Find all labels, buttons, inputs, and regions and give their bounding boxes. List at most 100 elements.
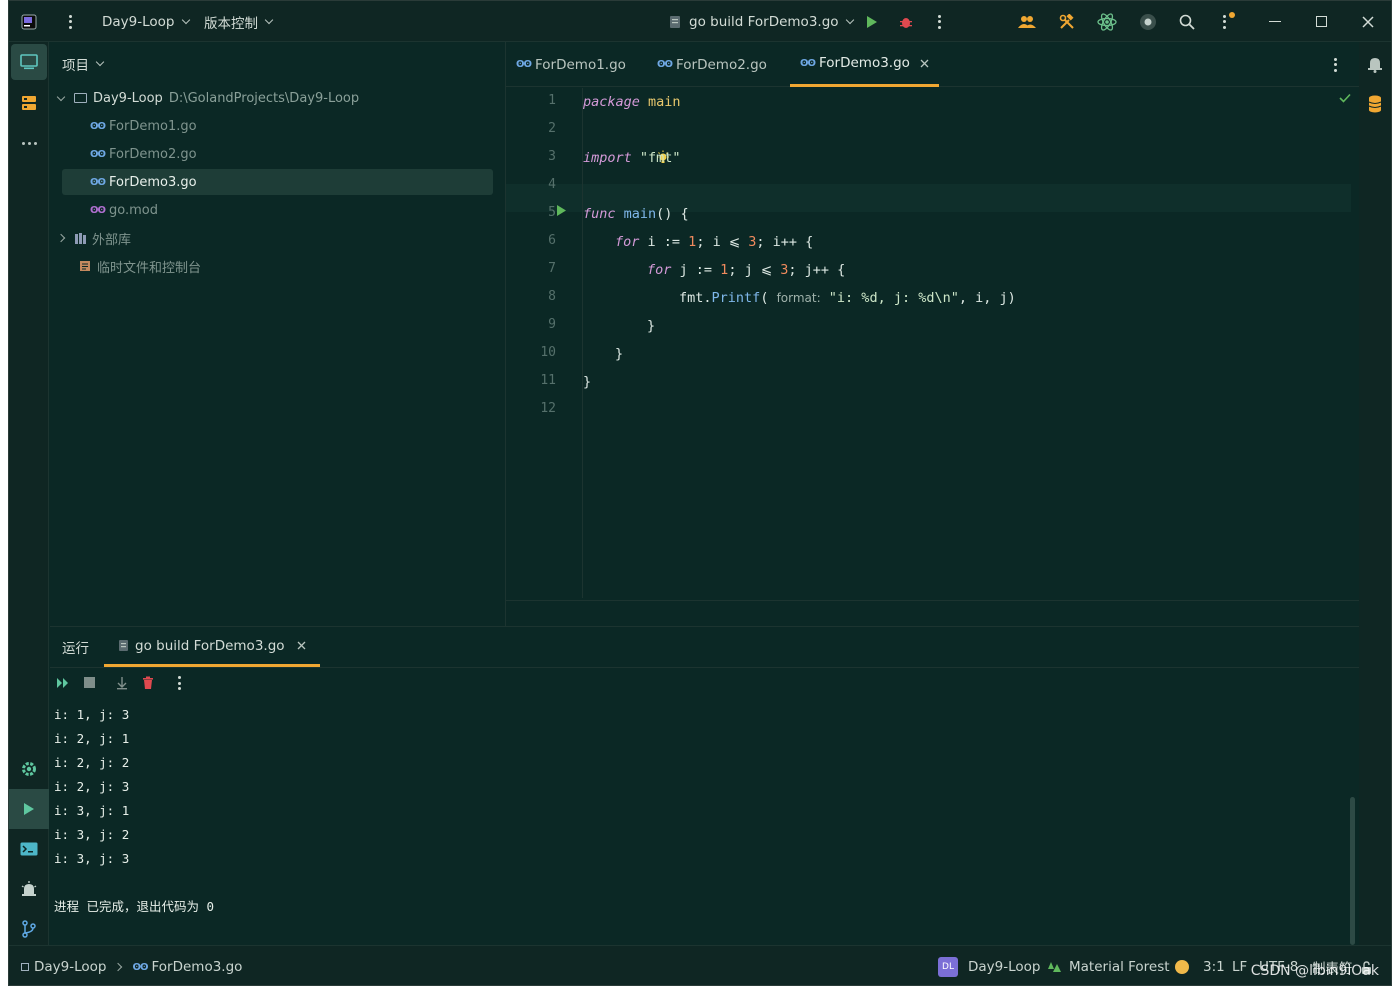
run-button[interactable]: [866, 1, 878, 42]
profiler-button[interactable]: [1139, 1, 1157, 42]
tab-fordemo3[interactable]: ʘʘ ForDemo3.go: [790, 42, 939, 87]
code-line-6: for i := 1; i ⩽ 3; i++ {: [615, 228, 813, 256]
react-plugin-button[interactable]: [1097, 1, 1117, 42]
run-tool-button[interactable]: [9, 789, 49, 829]
search-button[interactable]: [1179, 1, 1195, 42]
console-line: i: 2, j: 2: [54, 755, 130, 770]
code-text: j :=: [671, 262, 721, 278]
run-more-button[interactable]: [938, 1, 941, 42]
vcs-menu[interactable]: 版本控制: [204, 1, 274, 42]
code-line-11: }: [583, 374, 592, 390]
gutter-run-button[interactable]: [556, 204, 567, 221]
monitor-icon: [20, 54, 38, 70]
line-number: 12: [540, 401, 556, 416]
tree-file-gomod[interactable]: ʘʘ go.mod: [90, 197, 158, 223]
project-tool-button[interactable]: [11, 44, 47, 80]
stop-button[interactable]: [84, 677, 95, 688]
file-name: ForDemo3.go: [109, 174, 197, 190]
editor-tabs-more-button[interactable]: [1334, 42, 1337, 87]
tab-label: ForDemo3.go: [819, 55, 910, 71]
file-name: ForDemo1.go: [109, 118, 197, 134]
line-number: 1: [548, 93, 556, 108]
breadcrumb-project[interactable]: Day9-Loop: [34, 959, 107, 975]
rerun-button[interactable]: [56, 677, 70, 693]
run-panel-title[interactable]: 运行: [62, 627, 89, 667]
string-literal: "fmt": [639, 150, 681, 166]
close-tab-icon[interactable]: [920, 59, 929, 68]
project-switcher[interactable]: Day9-Loop: [102, 1, 190, 42]
app-logo-icon[interactable]: [21, 1, 37, 42]
tree-root[interactable]: Day9-Loop D:\GolandProjects\Day9-Loop: [56, 85, 360, 111]
build-tools-button[interactable]: [1059, 1, 1075, 42]
chevron-right-icon: [113, 962, 122, 972]
tree-scratches[interactable]: 临时文件和控制台: [79, 253, 201, 279]
close-tab-icon[interactable]: [297, 641, 306, 650]
status-project[interactable]: DL Day9-Loop: [938, 946, 1041, 985]
settings-updates-button[interactable]: [1223, 1, 1235, 42]
database-button[interactable]: [1358, 86, 1391, 122]
project-panel: 项目 Day9-Loop D:\GolandProjects\Day9-Loop…: [50, 42, 506, 626]
debug-button[interactable]: [899, 1, 913, 42]
git-tool-button[interactable]: [9, 909, 49, 949]
tab-fordemo2[interactable]: ʘʘ ForDemo2.go: [657, 42, 767, 87]
tree-external-libs[interactable]: 外部库: [56, 225, 131, 251]
structure-tool-button[interactable]: [9, 83, 49, 123]
console-line: i: 1, j: 3: [54, 707, 130, 722]
run-toolbar-more-button[interactable]: [178, 676, 181, 690]
caret-position[interactable]: 3:1: [1203, 946, 1225, 985]
clear-console-button[interactable]: [142, 676, 154, 694]
tree-file-fordemo2[interactable]: ʘʘ ForDemo2.go: [90, 141, 197, 167]
process-exit-message: 进程 已完成，退出代码为 0: [54, 899, 215, 914]
main-menu-button[interactable]: [69, 1, 72, 42]
tree-file-fordemo1[interactable]: ʘʘ ForDemo1.go: [90, 113, 197, 139]
function-name: Printf: [711, 290, 761, 306]
more-tools-button[interactable]: [9, 123, 49, 163]
status-indicator-icon[interactable]: [1175, 946, 1189, 985]
go-file-icon: ʘʘ: [516, 59, 532, 70]
code-with-me-button[interactable]: [1018, 1, 1036, 42]
tab-label: ForDemo1.go: [535, 56, 626, 73]
services-tool-button[interactable]: [9, 749, 49, 789]
editor-tabs: ʘʘ ForDemo1.go ʘʘ ForDemo2.go ʘʘ ForDemo3.g…: [506, 42, 1359, 87]
minimize-button[interactable]: [1269, 1, 1281, 42]
console-output[interactable]: i: 1, j: 3 i: 2, j: 1 i: 2, j: 2 i: 2, j…: [54, 703, 214, 919]
more-icon: [21, 141, 37, 145]
console-line: i: 3, j: 1: [54, 803, 130, 818]
breadcrumb-file[interactable]: ForDemo3.go: [152, 959, 243, 975]
close-icon: [1362, 15, 1374, 28]
maximize-icon: [1316, 16, 1327, 27]
stop-icon: [84, 677, 95, 688]
tree-file-fordemo3[interactable]: ʘʘ ForDemo3.go: [62, 169, 493, 195]
console-line: i: 3, j: 3: [54, 851, 130, 866]
search-icon: [1179, 14, 1195, 30]
scroll-to-end-button[interactable]: [116, 676, 128, 694]
console-line: i: 2, j: 3: [54, 779, 130, 794]
notification-dot-icon: [1229, 12, 1235, 18]
tab-label: go build ForDemo3.go: [135, 637, 285, 654]
editor-bottom-divider: [506, 600, 1359, 601]
problems-tool-button[interactable]: [9, 869, 49, 909]
line-separator[interactable]: LF: [1232, 946, 1247, 985]
chevron-down-icon: [95, 57, 105, 67]
status-theme[interactable]: Material Forest: [1048, 946, 1170, 985]
console-line: i: 3, j: 2: [54, 827, 130, 842]
root-folder-name: Day9-Loop: [93, 90, 163, 106]
go-file-icon: ʘʘ: [132, 961, 149, 973]
close-window-button[interactable]: [1362, 1, 1374, 42]
lightbulb-icon[interactable]: [591, 116, 670, 163]
tab-fordemo1[interactable]: ʘʘ ForDemo1.go: [516, 42, 626, 87]
root-folder-path: D:\GolandProjects\Day9-Loop: [168, 90, 360, 106]
code-text: , i, j): [958, 290, 1016, 306]
run-config-selector[interactable]: go build ForDemo3.go: [669, 1, 854, 42]
file-name: ForDemo2.go: [109, 146, 197, 162]
folder-icon: [74, 93, 87, 103]
line-number: 8: [548, 289, 556, 304]
notifications-button[interactable]: [1358, 46, 1391, 82]
tab-go-build[interactable]: go build ForDemo3.go: [104, 627, 320, 667]
terminal-tool-button[interactable]: [9, 829, 49, 869]
go-mod-icon: ʘʘ: [90, 204, 106, 216]
scratches-label: 临时文件和控制台: [97, 260, 202, 276]
console-scrollbar[interactable]: [1350, 797, 1355, 945]
maximize-button[interactable]: [1316, 1, 1327, 42]
project-panel-header[interactable]: 项目: [62, 54, 105, 74]
